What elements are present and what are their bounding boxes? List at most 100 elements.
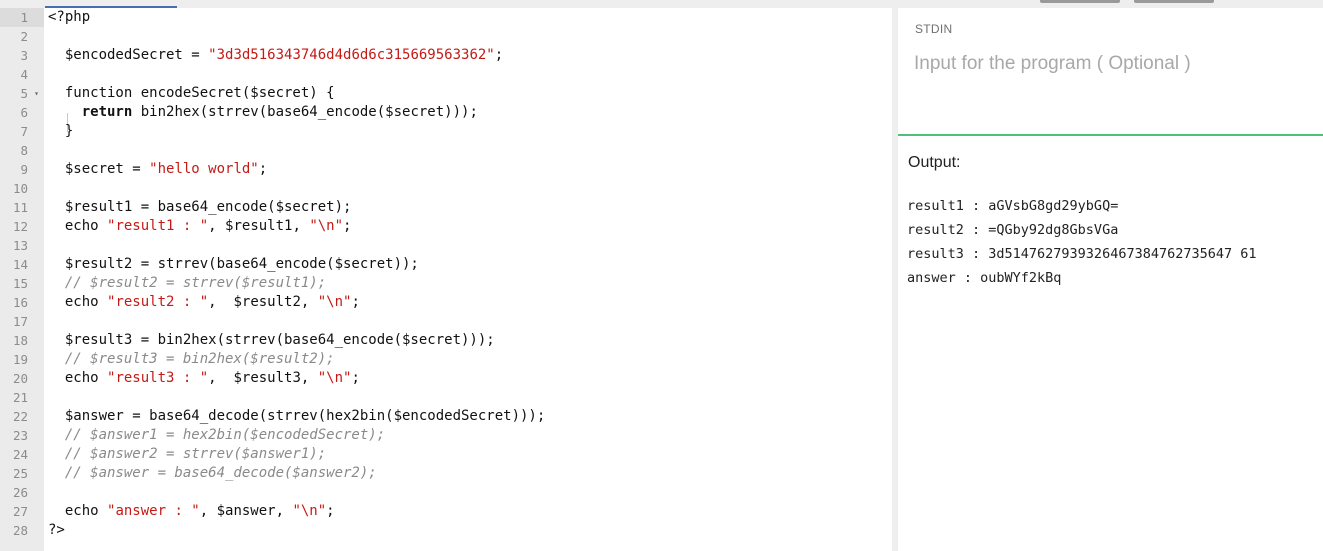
code-token: $result2 = strrev(base64_encode($secret)… [48,256,419,272]
line-number: 8 [20,143,28,158]
code-line[interactable]: echo "result3 : ", $result3, "\n"; [48,369,888,388]
line-number: 20 [12,371,28,386]
code-token: "\n" [292,503,327,519]
code-token: } [48,123,74,139]
code-token: // $answer = base64_decode($answer2); [64,465,377,481]
stdin-label: STDIN [915,22,953,36]
output-panel: Output: result1 : aGVsbG8gd29ybGQ= result… [898,136,1323,551]
code-line[interactable] [48,27,888,46]
code-line[interactable]: // $answer2 = strrev($answer1); [48,445,888,464]
output-label: Output: [908,154,961,171]
code-line[interactable]: function encodeSecret($secret) { [48,84,888,103]
code-token: ; [494,47,504,63]
code-token: // $result3 = bin2hex($result2); [64,351,335,367]
line-number: 4 [20,67,28,82]
line-number: 10 [12,181,28,196]
line-number: 22 [12,409,28,424]
fold-toggle-icon[interactable]: ▾ [34,84,39,103]
code-token: echo [48,370,108,386]
line-number: 16 [12,295,28,310]
code-token: "\n" [309,218,344,234]
output-line: result3 : 3d5147627939326467384762735647… [907,246,1257,262]
code-token: ; [258,161,268,177]
code-token: "3d3d516343746d4d6d6c315669563362" [208,47,495,63]
code-line[interactable]: // $result3 = bin2hex($result2); [48,350,888,369]
line-number: 14 [12,257,28,272]
line-number: 26 [12,485,28,500]
output-line: result2 : =QGby92dg8GbsVGa [907,222,1119,238]
code-line[interactable] [48,388,888,407]
code-line[interactable]: $result1 = base64_encode($secret); [48,198,888,217]
code-line[interactable]: <?php [48,8,888,27]
line-number: 17 [12,314,28,329]
code-line[interactable]: // $answer1 = hex2bin($encodedSecret); [48,426,888,445]
code-line[interactable]: // $answer = base64_decode($answer2); [48,464,888,483]
code-token: echo [48,503,108,519]
line-number: 1 [0,8,44,27]
code-token: $answer = base64_decode(strrev(hex2bin($… [48,408,546,424]
code-token: "\n" [317,294,352,310]
code-token: ; [351,370,360,386]
code-token: "answer : " [107,503,200,519]
line-number: 13 [12,238,28,253]
stdin-input[interactable] [914,50,1314,78]
code-line[interactable]: return bin2hex(strrev(base64_encode($sec… [48,103,888,122]
line-number: 3 [20,48,28,63]
code-token: , $result2, [208,294,318,310]
code-line[interactable] [48,236,888,255]
line-number: 23 [12,428,28,443]
code-line[interactable] [48,141,888,160]
code-line[interactable] [48,483,888,502]
code-token: $result1 = base64_encode($secret); [48,199,352,215]
code-line[interactable]: } [48,122,888,141]
line-number: 18 [12,333,28,348]
line-number: 25 [12,466,28,481]
code-line[interactable] [48,65,888,84]
toolbar-button-edge[interactable] [1040,0,1120,3]
line-number: 24 [12,447,28,462]
code-line[interactable]: $secret = "hello world"; [48,160,888,179]
code-line[interactable] [48,312,888,331]
code-token: return [81,104,133,120]
line-number: 11 [12,200,28,215]
code-line[interactable]: $result3 = bin2hex(strrev(base64_encode(… [48,331,888,350]
code-line[interactable]: $answer = base64_decode(strrev(hex2bin($… [48,407,888,426]
code-line[interactable]: echo "answer : ", $answer, "\n"; [48,502,888,521]
stdin-panel: STDIN [898,8,1323,134]
code-token: "result3 : " [107,370,209,386]
code-line[interactable] [48,179,888,198]
code-line[interactable]: $encodedSecret = "3d3d516343746d4d6d6c31… [48,46,888,65]
editor-top-bar [0,0,892,8]
line-number: 2 [20,29,28,44]
output-line: result1 : aGVsbG8gd29ybGQ= [907,198,1119,214]
code-editor[interactable]: 1 2 3 4 5 ▾ 6 7 8 9 10 11 12 13 14 15 16 17 18 19 20 21 22 23 24… [0,0,892,551]
code-token: ?> [48,522,65,538]
code-token: , $answer, [199,503,293,519]
code-line[interactable]: ?> [48,521,888,540]
code-token: // $answer1 = hex2bin($encodedSecret); [64,427,386,443]
code-line[interactable]: $result2 = strrev(base64_encode($secret)… [48,255,888,274]
line-number: 6 [20,105,28,120]
line-number: 28 [12,523,28,538]
code-line[interactable]: echo "result1 : ", $result1, "\n"; [48,217,888,236]
code-line[interactable]: echo "result2 : ", $result2, "\n"; [48,293,888,312]
output-line: answer : oubWYf2kBq [907,270,1062,286]
line-number-gutter: 1 2 3 4 5 ▾ 6 7 8 9 10 11 12 13 14 15 16 17 18 19 20 21 22 23 24… [0,8,44,551]
code-token: "\n" [317,370,352,386]
code-token: function encodeSecret($secret) { [48,85,335,101]
line-number: 27 [12,504,28,519]
code-token: // $result2 = strrev($result1); [64,275,327,291]
toolbar-button-edge[interactable] [1134,0,1214,3]
line-number: 21 [12,390,28,405]
code-token: echo [48,294,108,310]
code-token: "result2 : " [107,294,209,310]
code-token: $secret = [48,161,150,177]
code-line[interactable]: // $result2 = strrev($result1); [48,274,888,293]
code-token: echo [48,218,108,234]
